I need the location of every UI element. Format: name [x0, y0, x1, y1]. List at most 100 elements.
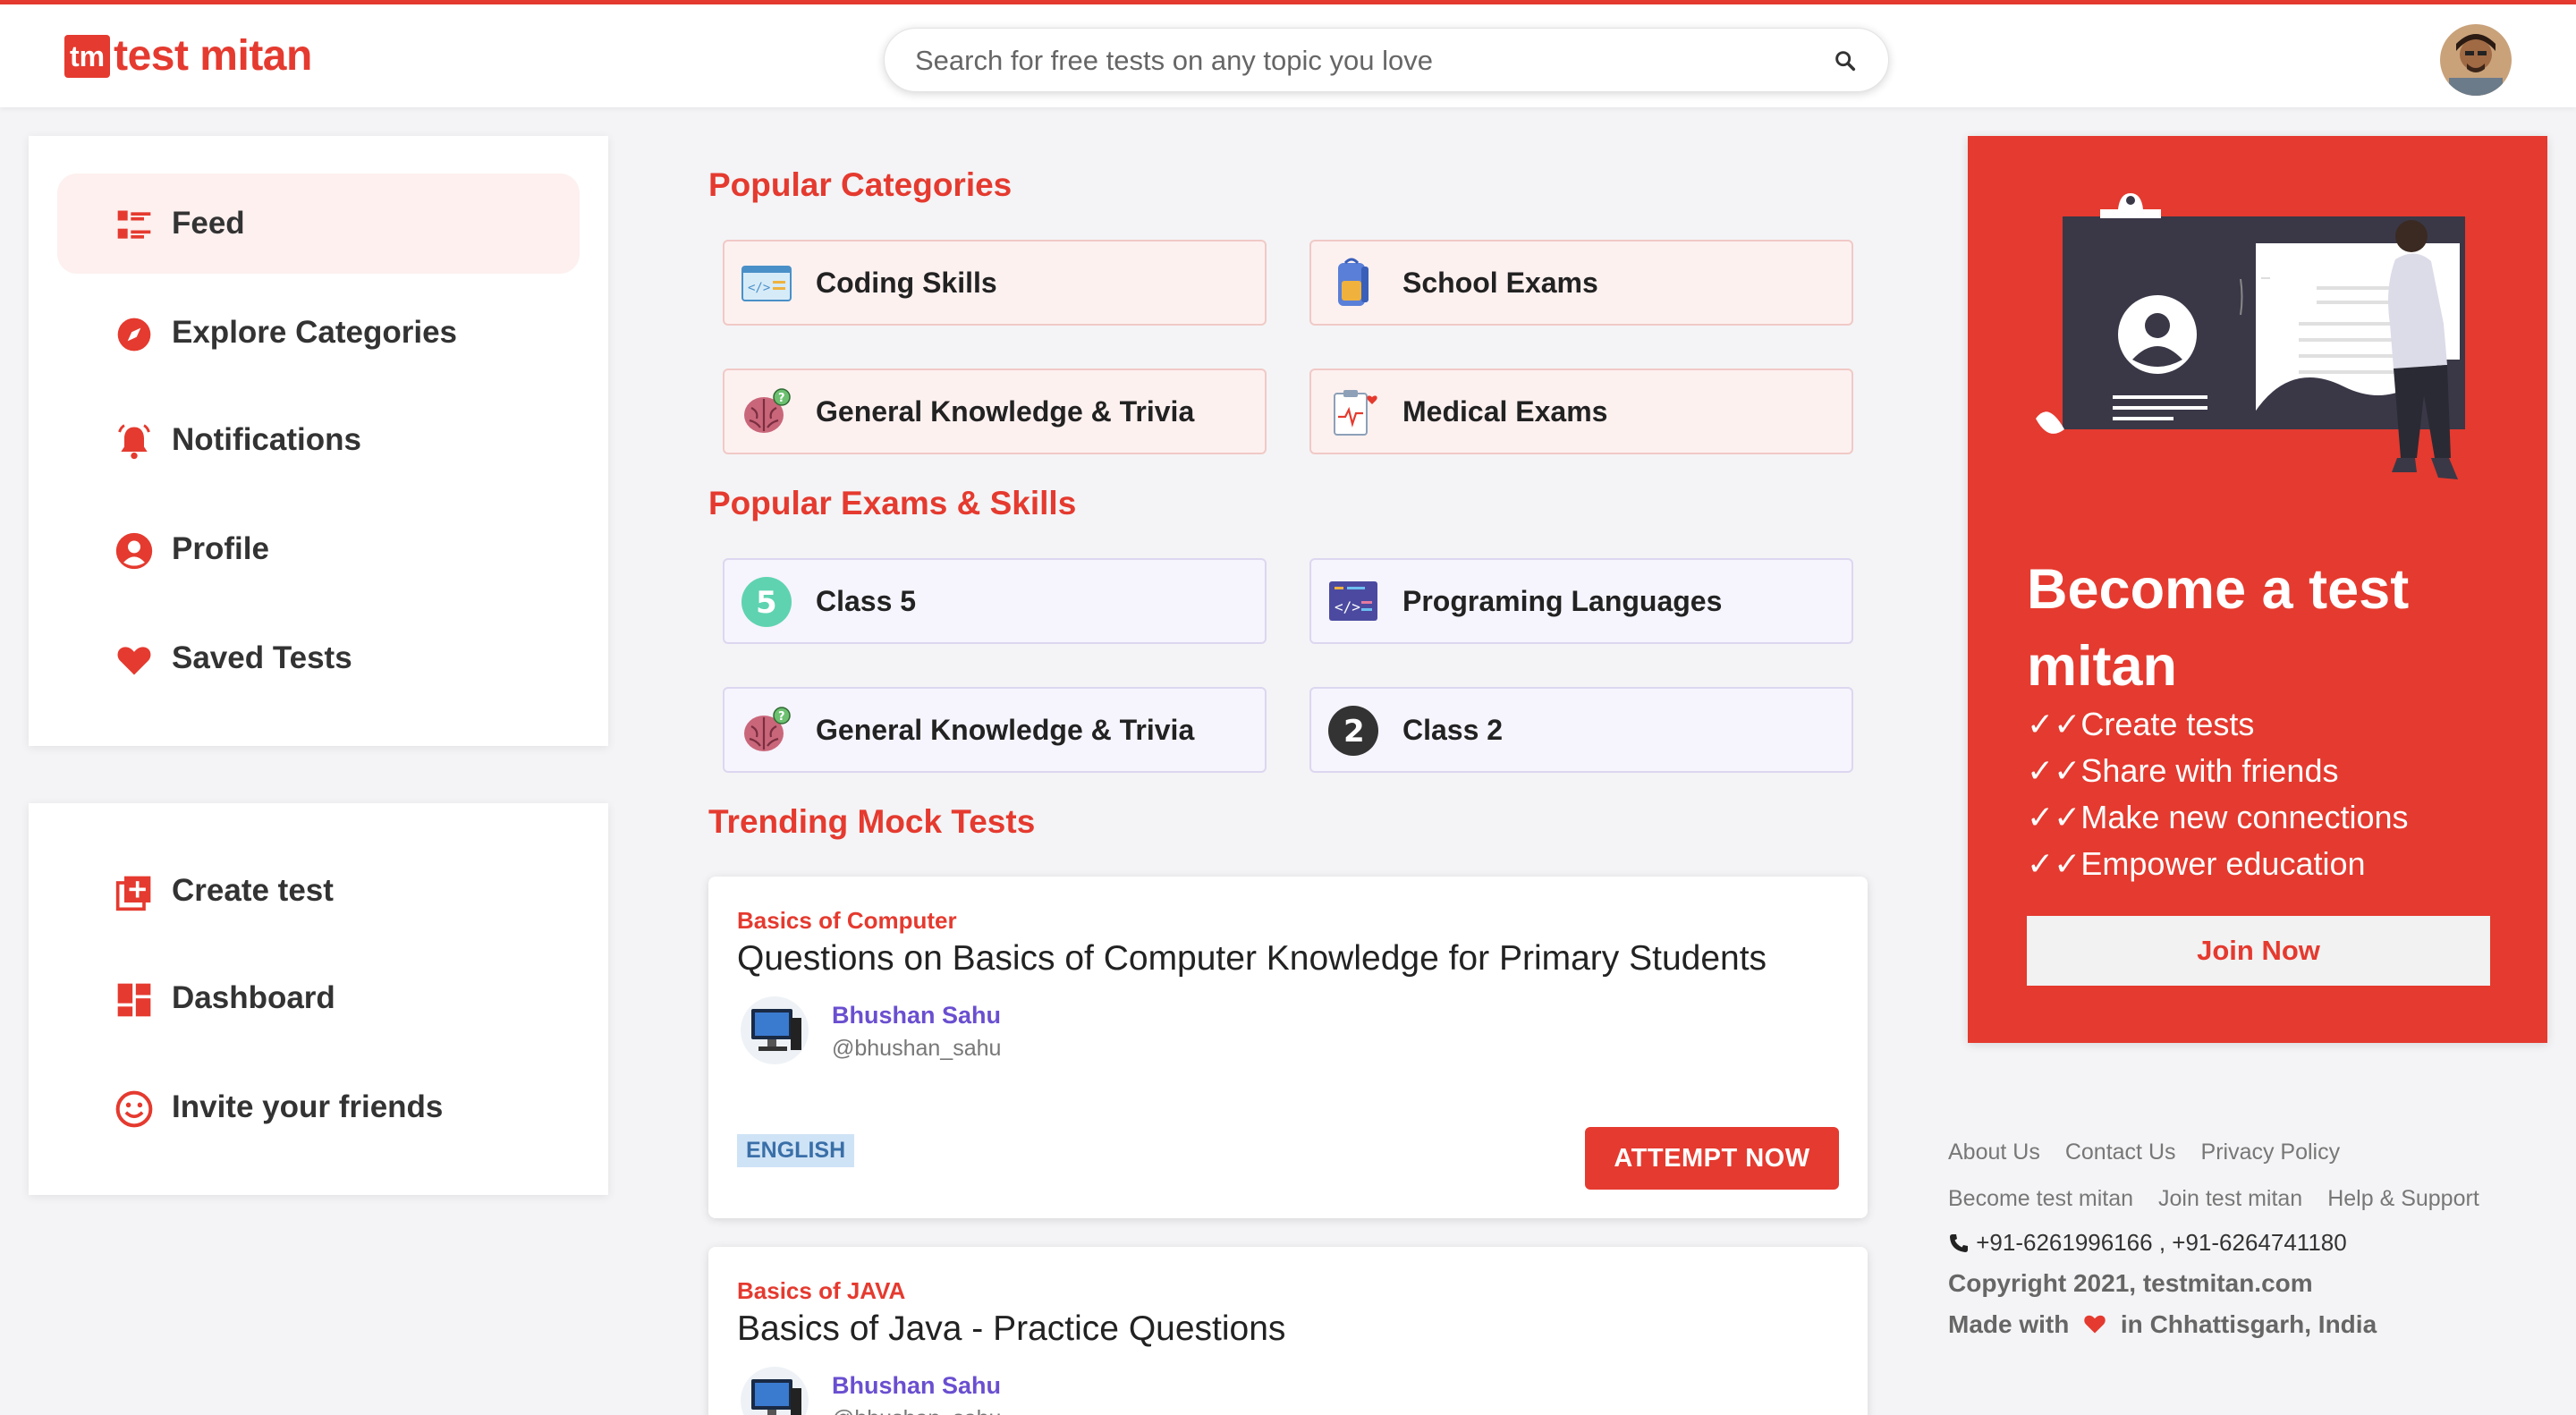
smiley-icon [115, 1090, 153, 1128]
heart-icon [2084, 1315, 2106, 1334]
nav-label: Feed [172, 206, 245, 241]
author-avatar[interactable] [741, 1367, 809, 1415]
tile-label: General Knowledge & Trivia [816, 714, 1195, 746]
nav-item-feed[interactable]: Feed [57, 174, 580, 274]
tile-label: Class 2 [1402, 714, 1504, 746]
author-handle: @bhushan_sahu [832, 1036, 1002, 1061]
medical-clipboard-icon [1334, 390, 1377, 436]
nav-item-profile[interactable]: Profile [57, 499, 580, 599]
author-avatar[interactable] [741, 996, 809, 1064]
nav-item-invite-friends[interactable]: Invite your friends [57, 1057, 580, 1157]
language-badge: ENGLISH [737, 1134, 855, 1167]
search-bar [884, 28, 1889, 92]
nav-item-explore-categories[interactable]: Explore Categories [57, 283, 580, 383]
svg-text:?: ? [778, 392, 785, 405]
category-tile-coding-skills[interactable]: </> Coding Skills [723, 240, 1267, 326]
backpack-icon [1338, 258, 1368, 306]
profile-illustration [2036, 193, 2465, 479]
test-title[interactable]: Basics of Java - Practice Questions [737, 1309, 1285, 1349]
nav-item-dashboard[interactable]: Dashboard [57, 948, 580, 1048]
nav-label: Invite your friends [172, 1089, 444, 1124]
svg-text:?: ? [778, 710, 785, 724]
add-box-icon [115, 876, 151, 911]
promo-benefit: ✓✓Empower education [2027, 845, 2366, 882]
tile-label: Class 5 [816, 585, 917, 617]
attempt-now-button[interactable]: ATTEMPT NOW [1585, 1127, 1839, 1190]
author-name[interactable]: Bhushan Sahu [832, 1002, 1001, 1029]
tile-label: Medical Exams [1402, 395, 1608, 428]
category-tile-school-exams[interactable]: School Exams [1309, 240, 1853, 326]
compass-icon [117, 318, 151, 352]
join-now-button[interactable]: Join Now [2027, 916, 2490, 986]
dashboard-icon [117, 983, 151, 1017]
section-title-categories: Popular Categories [708, 166, 1013, 203]
author-handle: @bhushan_sahu [832, 1406, 1001, 1415]
footer-copyright: Copyright 2021, testmitan.com [1948, 1269, 2313, 1297]
user-avatar[interactable] [2440, 24, 2512, 96]
section-title-trending: Trending Mock Tests [708, 803, 1036, 840]
promo-heading: Become a test mitan [2027, 558, 2410, 698]
footer-link-become-test-mitan[interactable]: Become test mitan [1948, 1175, 2133, 1222]
test-title[interactable]: Questions on Basics of Computer Knowledg… [737, 939, 1767, 979]
test-card[interactable]: Basics of JAVA Basics of Java - Practice… [708, 1247, 1868, 1415]
promo-benefit: ✓✓Create tests [2027, 706, 2255, 742]
footer-links-row: Become test mitan Join test mitan Help &… [1948, 1175, 2538, 1222]
tile-label: Programing Languages [1402, 585, 1723, 617]
nav-label: Create test [172, 873, 334, 908]
nav-item-notifications[interactable]: Notifications [57, 390, 580, 490]
promo-benefit: ✓✓Share with friends [2027, 752, 2339, 789]
tile-label: General Knowledge & Trivia [816, 395, 1195, 428]
double-check-icon: ✓✓ [2027, 706, 2081, 742]
category-tile-general-knowledge[interactable]: ? General Knowledge & Trivia [723, 369, 1267, 454]
secondary-nav: Create test Dashboard Invite your friend… [29, 803, 608, 1195]
footer-made-with: Made with in Chhattisgarh, India [1948, 1310, 2377, 1338]
nav-item-saved-tests[interactable]: Saved Tests [57, 608, 580, 708]
exam-tile-class-2[interactable]: 2 Class 2 [1309, 687, 1853, 773]
number-5-icon: 5 [741, 577, 792, 627]
code-window-icon: </> [741, 266, 792, 301]
nav-label: Explore Categories [172, 315, 457, 350]
nav-item-create-test[interactable]: Create test [57, 841, 580, 941]
user-icon [115, 532, 153, 570]
promo-benefits-list: ✓✓Create tests ✓✓Share with friends ✓✓Ma… [2027, 701, 2409, 887]
svg-text:</>: </> [748, 281, 770, 295]
nav-label: Notifications [172, 422, 361, 457]
header: tm test mitan [0, 4, 2576, 107]
number-2-icon: 2 [1328, 706, 1378, 756]
double-check-icon: ✓✓ [2027, 799, 2081, 835]
footer-link-about-us[interactable]: About Us [1948, 1129, 2040, 1175]
footer-link-privacy-policy[interactable]: Privacy Policy [2201, 1129, 2341, 1175]
test-category[interactable]: Basics of Computer [737, 907, 957, 935]
exam-tile-class-5[interactable]: 5 Class 5 [723, 558, 1267, 644]
footer-link-contact-us[interactable]: Contact Us [2065, 1129, 2176, 1175]
footer-link-help-support[interactable]: Help & Support [2327, 1175, 2479, 1222]
search-icon[interactable] [1833, 48, 1858, 73]
test-card[interactable]: Basics of Computer Questions on Basics o… [708, 877, 1868, 1218]
footer: About Us Contact Us Privacy Policy Becom… [1948, 1129, 2538, 1345]
category-tile-medical-exams[interactable]: Medical Exams [1309, 369, 1853, 454]
exam-tile-programming-languages[interactable]: </> Programing Languages [1309, 558, 1853, 644]
primary-nav: Feed Explore Categories Notifications Pr… [29, 136, 608, 746]
feed-icon [117, 210, 151, 239]
author-name[interactable]: Bhushan Sahu [832, 1372, 1001, 1400]
nav-label: Profile [172, 531, 269, 566]
logo[interactable]: tm test mitan [64, 31, 312, 80]
exam-tile-general-knowledge[interactable]: ? General Knowledge & Trivia [723, 687, 1267, 773]
brain-icon: ? [744, 707, 791, 751]
logo-text: test mitan [114, 32, 312, 80]
search-input[interactable] [915, 41, 1774, 80]
promo-benefit: ✓✓Make new connections [2027, 799, 2409, 835]
section-title-exams: Popular Exams & Skills [708, 485, 1077, 521]
svg-text:5: 5 [756, 585, 777, 621]
heart-icon [117, 647, 151, 675]
bell-icon [118, 424, 150, 460]
code-screen-icon: </> [1329, 581, 1377, 621]
footer-links-row: About Us Contact Us Privacy Policy [1948, 1129, 2538, 1175]
test-category[interactable]: Basics of JAVA [737, 1277, 905, 1305]
nav-label: Dashboard [172, 980, 335, 1015]
footer-link-join-test-mitan[interactable]: Join test mitan [2158, 1175, 2302, 1222]
phone-icon [1950, 1234, 1968, 1252]
double-check-icon: ✓✓ [2027, 845, 2081, 882]
tile-label: Coding Skills [816, 267, 997, 299]
svg-text:</>: </> [1335, 598, 1360, 615]
